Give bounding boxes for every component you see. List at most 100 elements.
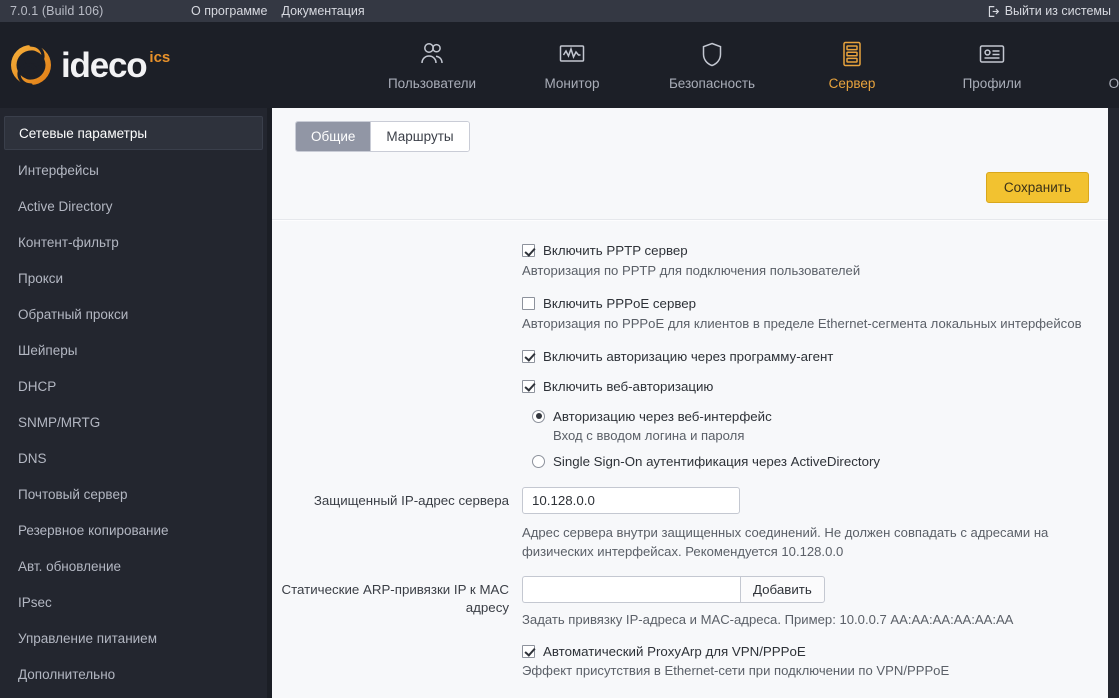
auth-mode-sso-line[interactable]: Single Sign-On аутентификация через Acti… <box>532 453 1108 471</box>
row-protected-ip: Защищенный IP-адрес сервера Адрес сервер… <box>272 486 1108 562</box>
sidebar: Сетевые параметры Интерфейсы Active Dire… <box>0 108 272 698</box>
proxy-arp-checkbox-line[interactable]: Автоматический ProxyArp для VPN/PPPoE <box>522 643 1108 661</box>
nav-item-reports[interactable]: Отчеты <box>1062 22 1119 108</box>
proxy-arp-checkbox[interactable] <box>522 644 535 658</box>
sidebar-label: Сетевые параметры <box>19 125 148 141</box>
app-header: ideco ics Пользователи Монитор Безопасно… <box>0 22 1119 108</box>
about-link[interactable]: О программе <box>191 4 267 18</box>
auth-mode-web-label: Авторизацию через веб-интерфейс <box>553 408 772 424</box>
sidebar-item-mail-server[interactable]: Почтовый сервер <box>4 478 263 510</box>
nav-label-profiles: Профили <box>962 76 1022 91</box>
sidebar-label: Контент-фильтр <box>18 234 119 250</box>
row-pptp-field-col: Включить PPTP сервер Авторизация по PPTP… <box>522 242 1108 295</box>
sidebar-item-reverse-proxy[interactable]: Обратный прокси <box>4 298 263 330</box>
protected-ip-label: Защищенный IP-адрес сервера <box>313 492 509 508</box>
sidebar-label: Active Directory <box>18 198 113 214</box>
sidebar-label: SNMP/MRTG <box>18 414 101 430</box>
row-agent-auth-field-col: Включить авторизацию через программу-аге… <box>522 348 1108 378</box>
sidebar-label: Управление питанием <box>18 630 157 646</box>
top-links: О программе Документация <box>191 0 365 22</box>
web-auth-checkbox[interactable] <box>522 379 535 393</box>
nav-item-profiles[interactable]: Профили <box>922 22 1062 108</box>
ideco-swirl-icon <box>8 42 54 88</box>
agent-auth-checkbox[interactable] <box>522 349 535 363</box>
row-web-auth: Включить веб-авторизацию Авторизацию чер… <box>272 378 1108 487</box>
sidebar-label: Прокси <box>18 270 64 286</box>
row-protected-ip-field-col: Адрес сервера внутри защищенных соединен… <box>522 486 1108 562</box>
nav-item-monitor[interactable]: Монитор <box>502 22 642 108</box>
brand-suffix: ics <box>149 48 171 66</box>
pppoe-checkbox[interactable] <box>522 296 535 310</box>
sidebar-item-interfaces[interactable]: Интерфейсы <box>4 154 263 186</box>
pptp-checkbox[interactable] <box>522 244 535 257</box>
row-pppoe: Включить PPPoE сервер Авторизация по PPP… <box>272 295 1108 348</box>
web-auth-checkbox-line[interactable]: Включить веб-авторизацию <box>522 378 1108 396</box>
row-proxy-arp-label-col <box>272 643 522 696</box>
row-agent-auth-label-col <box>272 348 522 378</box>
tab-bar: Общие Маршруты <box>295 121 470 152</box>
nav-label-reports: Отчеты <box>1108 76 1119 91</box>
row-web-auth-label-col <box>272 378 522 487</box>
tab-label: Маршруты <box>386 129 454 144</box>
sidebar-item-additional[interactable]: Дополнительно <box>4 658 263 690</box>
pptp-checkbox-line[interactable]: Включить PPTP сервер <box>522 242 1108 260</box>
nav-label-server: Сервер <box>828 76 876 91</box>
row-static-arp-field-col: Добавить Задать привязку IP-адреса и MAC… <box>522 575 1108 630</box>
static-arp-add-button[interactable]: Добавить <box>740 575 825 603</box>
save-row: Сохранить <box>272 172 1108 203</box>
logout-label: Выйти из системы <box>1004 4 1111 18</box>
nav-item-server[interactable]: Сервер <box>782 22 922 108</box>
sidebar-item-active-directory[interactable]: Active Directory <box>4 190 263 222</box>
pppoe-label: Включить PPPoE сервер <box>543 295 697 311</box>
sidebar-item-snmp-mrtg[interactable]: SNMP/MRTG <box>4 406 263 438</box>
brand-logo[interactable]: ideco ics <box>0 22 278 108</box>
sidebar-item-network-params[interactable]: Сетевые параметры <box>4 116 263 150</box>
row-pptp-label-col <box>272 242 522 295</box>
auth-mode-web-radio[interactable] <box>532 409 545 423</box>
static-arp-input-group: Добавить <box>522 575 1108 603</box>
auth-mode-sso-radio[interactable] <box>532 454 545 468</box>
save-button[interactable]: Сохранить <box>985 172 1089 203</box>
sidebar-item-content-filter[interactable]: Контент-фильтр <box>4 226 263 258</box>
tab-general[interactable]: Общие <box>296 122 371 151</box>
sidebar-label: Дополнительно <box>18 666 116 682</box>
sidebar-item-shapers[interactable]: Шейперы <box>4 334 263 366</box>
documentation-link[interactable]: Документация <box>281 4 364 18</box>
row-agent-auth: Включить авторизацию через программу-аге… <box>272 348 1108 378</box>
auth-mode-web-line[interactable]: Авторизацию через веб-интерфейс <box>532 408 1108 426</box>
auth-mode-sso-label: Single Sign-On аутентификация через Acti… <box>553 453 881 469</box>
sidebar-label: DNS <box>18 450 47 466</box>
sidebar-label: Обратный прокси <box>18 306 129 322</box>
web-auth-label: Включить веб-авторизацию <box>543 378 714 394</box>
row-proxy-arp: Автоматический ProxyArp для VPN/PPPoE Эф… <box>272 643 1108 696</box>
agent-auth-label: Включить авторизацию через программу-аге… <box>543 348 834 364</box>
sidebar-item-proxy[interactable]: Прокси <box>4 262 263 294</box>
row-static-arp: Статические ARP-привязки IP к MAC адресу… <box>272 575 1108 630</box>
sidebar-item-dns[interactable]: DNS <box>4 442 263 474</box>
pppoe-checkbox-line[interactable]: Включить PPPoE сервер <box>522 295 1108 313</box>
sidebar-label: Резервное копирование <box>18 522 169 538</box>
app-body: Сетевые параметры Интерфейсы Active Dire… <box>0 108 1119 698</box>
shield-icon <box>700 39 724 69</box>
sidebar-item-dhcp[interactable]: DHCP <box>4 370 263 402</box>
nav-label-monitor: Монитор <box>544 76 600 91</box>
row-web-auth-field-col: Включить веб-авторизацию Авторизацию чер… <box>522 378 1108 487</box>
main-navigation: Пользователи Монитор Безопасность Сервер… <box>278 22 1119 108</box>
logout-link[interactable]: Выйти из системы <box>987 0 1111 22</box>
row-pptp: Включить PPTP сервер Авторизация по PPTP… <box>272 242 1108 295</box>
tab-routes[interactable]: Маршруты <box>370 122 469 151</box>
sidebar-item-power-management[interactable]: Управление питанием <box>4 622 263 654</box>
agent-auth-checkbox-line[interactable]: Включить авторизацию через программу-аге… <box>522 348 1108 366</box>
static-arp-input[interactable] <box>522 575 740 603</box>
content-area: Общие Маршруты Сохранить Включить PPTP с… <box>272 108 1119 698</box>
sidebar-item-backup[interactable]: Резервное копирование <box>4 514 263 546</box>
protected-ip-input[interactable] <box>522 486 740 514</box>
nav-label-security: Безопасность <box>668 76 756 91</box>
sidebar-item-ipsec[interactable]: IPsec <box>4 586 263 618</box>
nav-item-security[interactable]: Безопасность <box>642 22 782 108</box>
nav-item-users[interactable]: Пользователи <box>362 22 502 108</box>
sidebar-item-auto-update[interactable]: Авт. обновление <box>4 550 263 582</box>
pptp-hint: Авторизация по PPTP для подключения поль… <box>522 262 861 278</box>
brand-wordmark: ideco ics <box>61 48 170 83</box>
monitor-icon <box>557 39 587 69</box>
